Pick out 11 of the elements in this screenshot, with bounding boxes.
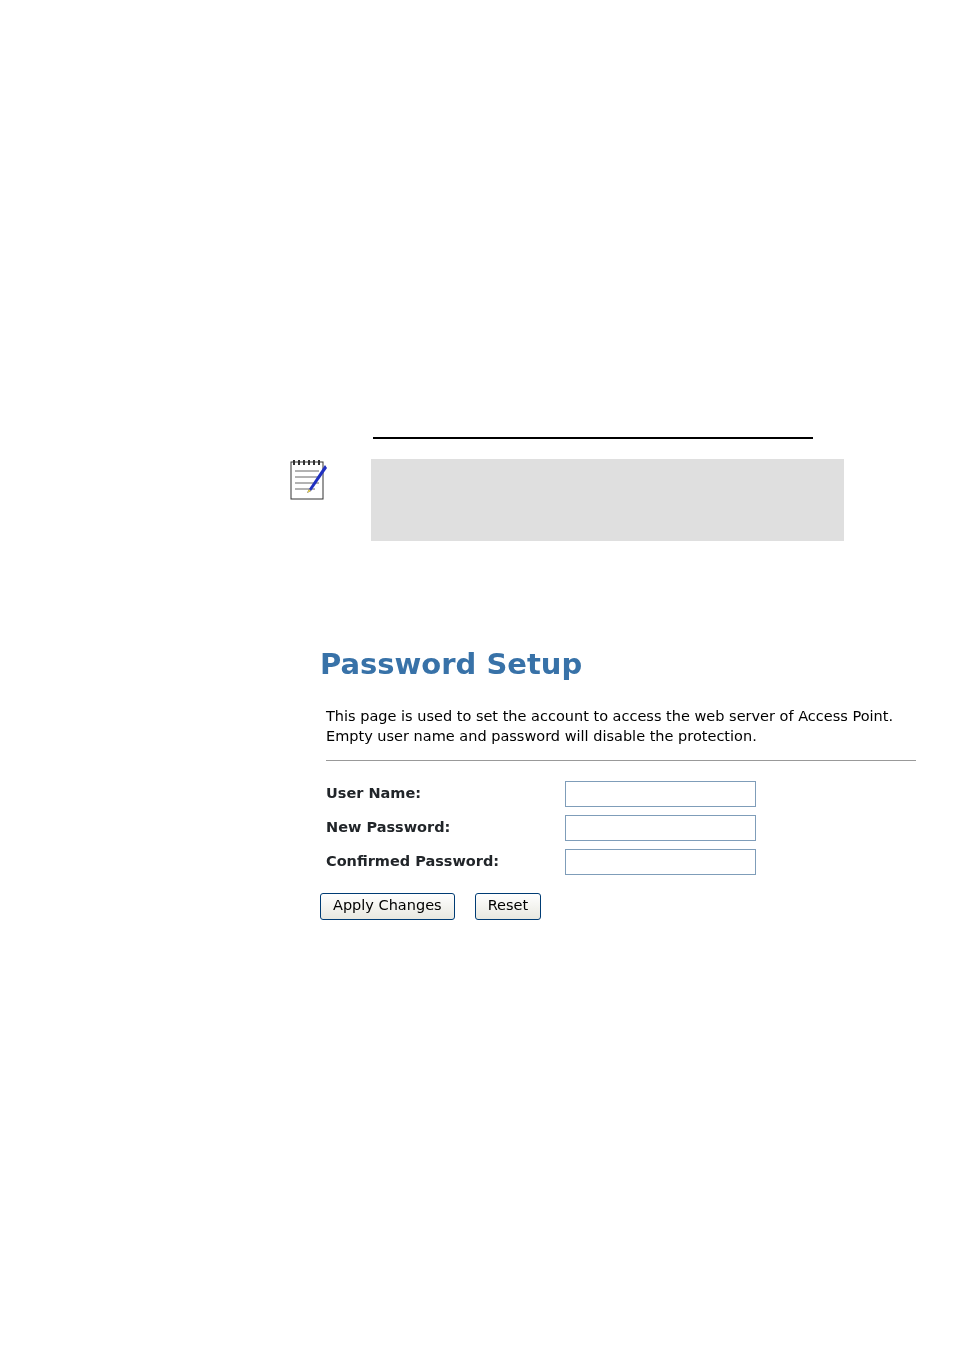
page-title: Password Setup xyxy=(320,647,584,682)
input-field[interactable] xyxy=(565,780,756,807)
notepad-icon xyxy=(289,459,329,501)
field-label: Confirmed Password: xyxy=(326,851,501,871)
apply-button[interactable]: Apply Changes xyxy=(320,892,455,920)
input-field[interactable] xyxy=(565,814,756,841)
description: This page is used to set the account to access the web server of Access Point. Empty user name and password will disable the protection. xyxy=(326,706,895,746)
input-field[interactable] xyxy=(565,848,756,875)
field-label: User Name: xyxy=(326,783,423,803)
field-label: New Password: xyxy=(326,817,452,837)
reset-button[interactable]: Reset xyxy=(474,892,542,920)
